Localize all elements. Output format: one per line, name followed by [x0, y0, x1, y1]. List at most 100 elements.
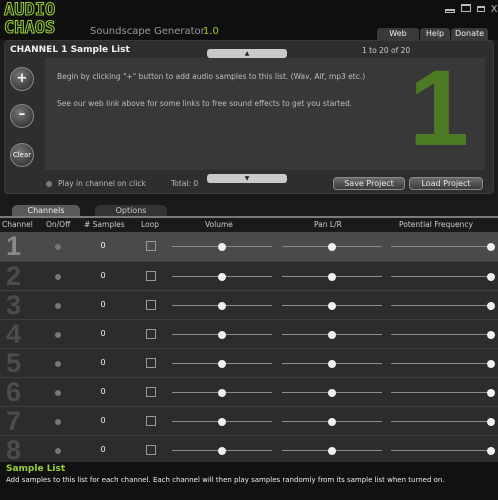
- volume-slider-handle[interactable]: [218, 360, 226, 368]
- channel-row[interactable]: 30: [0, 290, 498, 320]
- channel-onoff-toggle[interactable]: [55, 303, 61, 309]
- close-icon[interactable]: X: [487, 4, 498, 16]
- save-project-button[interactable]: Save Project: [333, 177, 405, 190]
- channel-row[interactable]: 20: [0, 261, 498, 291]
- channel-row[interactable]: 60: [0, 377, 498, 407]
- minimize-icon[interactable]: [443, 4, 457, 16]
- frequency-slider-handle[interactable]: [487, 243, 495, 251]
- col-volume: Volume: [205, 220, 233, 229]
- web-link[interactable]: Web: [377, 28, 419, 40]
- channel-row[interactable]: 70: [0, 406, 498, 436]
- loop-checkbox[interactable]: [146, 271, 156, 281]
- restore-icon[interactable]: [459, 4, 473, 16]
- app-version: 1.0: [203, 26, 219, 37]
- channel-onoff-toggle[interactable]: [55, 361, 61, 367]
- scroll-up-button[interactable]: ▲: [207, 49, 287, 58]
- sample-count: 0: [100, 445, 106, 454]
- channel-onoff-toggle[interactable]: [55, 448, 61, 454]
- loop-checkbox[interactable]: [146, 416, 156, 426]
- col-pan: Pan L/R: [314, 220, 342, 229]
- channel-number: 8: [6, 435, 22, 465]
- frequency-slider-track[interactable]: [391, 450, 491, 451]
- app-name: Soundscape Generator: [90, 26, 205, 37]
- loop-checkbox[interactable]: [146, 300, 156, 310]
- pan-slider-handle[interactable]: [328, 273, 336, 281]
- frequency-slider-handle[interactable]: [487, 447, 495, 455]
- channel-number: 3: [6, 290, 22, 320]
- loop-checkbox[interactable]: [146, 445, 156, 455]
- pan-slider-handle[interactable]: [328, 331, 336, 339]
- frequency-slider-track[interactable]: [391, 421, 491, 422]
- pan-slider-handle[interactable]: [328, 243, 336, 251]
- channel-onoff-toggle[interactable]: [55, 332, 61, 338]
- volume-slider-handle[interactable]: [218, 447, 226, 455]
- sample-count: 0: [100, 300, 106, 309]
- play-on-click-label: Play in channel on click: [58, 179, 146, 188]
- channel-onoff-toggle[interactable]: [55, 274, 61, 280]
- frequency-slider-handle[interactable]: [487, 389, 495, 397]
- pan-slider-handle[interactable]: [328, 360, 336, 368]
- donate-link[interactable]: Donate: [451, 28, 488, 40]
- loop-checkbox[interactable]: [146, 387, 156, 397]
- pan-slider-handle[interactable]: [328, 302, 336, 310]
- volume-slider-handle[interactable]: [218, 418, 226, 426]
- title-bar: AUDIO CHAOS Soundscape Generator 1.0 X W…: [0, 0, 498, 40]
- col-frequency: Potential Frequency: [399, 220, 473, 229]
- help-link[interactable]: Help: [420, 28, 450, 40]
- logo-line-2: CHAOS: [4, 18, 56, 38]
- play-on-click-toggle[interactable]: [46, 181, 52, 187]
- loop-checkbox[interactable]: [146, 329, 156, 339]
- tab-channels[interactable]: Channels: [12, 205, 80, 216]
- add-sample-button[interactable]: +: [10, 67, 34, 91]
- channel-number: 4: [6, 319, 22, 349]
- sample-list[interactable]: 1 Begin by clicking "+" button to add au…: [45, 52, 485, 170]
- loop-checkbox[interactable]: [146, 241, 156, 251]
- frequency-slider-handle[interactable]: [487, 331, 495, 339]
- volume-slider-handle[interactable]: [218, 331, 226, 339]
- col-channel: Channel: [2, 220, 33, 229]
- volume-slider-handle[interactable]: [218, 389, 226, 397]
- tab-divider: [0, 216, 498, 218]
- channel-onoff-toggle[interactable]: [55, 419, 61, 425]
- tab-options[interactable]: Options: [95, 205, 167, 216]
- frequency-slider-handle[interactable]: [487, 302, 495, 310]
- sample-count: 0: [100, 387, 106, 396]
- footer-title: Sample List: [6, 464, 66, 474]
- channel-onoff-toggle[interactable]: [55, 390, 61, 396]
- app-logo: AUDIO CHAOS: [4, 1, 88, 39]
- frequency-slider-track[interactable]: [391, 276, 491, 277]
- channel-row[interactable]: 50: [0, 348, 498, 378]
- clear-list-button[interactable]: Clear: [10, 143, 34, 167]
- frequency-slider-track[interactable]: [391, 392, 491, 393]
- scroll-down-button[interactable]: ▼: [207, 174, 287, 183]
- volume-slider-handle[interactable]: [218, 302, 226, 310]
- channel-number: 1: [6, 231, 22, 261]
- frequency-slider-track[interactable]: [391, 246, 491, 247]
- frequency-slider-handle[interactable]: [487, 418, 495, 426]
- channel-row[interactable]: 10: [0, 232, 498, 261]
- footer-text: Add samples to this list for each channe…: [6, 476, 445, 484]
- frequency-slider-handle[interactable]: [487, 360, 495, 368]
- channel-number: 5: [6, 348, 22, 378]
- channel-row[interactable]: 40: [0, 319, 498, 349]
- maximize-icon[interactable]: [474, 4, 488, 16]
- loop-checkbox[interactable]: [146, 358, 156, 368]
- volume-slider-handle[interactable]: [218, 243, 226, 251]
- pan-slider-handle[interactable]: [328, 418, 336, 426]
- pan-slider-handle[interactable]: [328, 447, 336, 455]
- logo-line-1: AUDIO: [4, 0, 56, 20]
- frequency-slider-track[interactable]: [391, 363, 491, 364]
- frequency-slider-track[interactable]: [391, 305, 491, 306]
- help-text-1: Begin by clicking "+" button to add audi…: [57, 72, 366, 81]
- volume-slider-handle[interactable]: [218, 273, 226, 281]
- remove-sample-button[interactable]: –: [10, 104, 34, 128]
- load-project-button[interactable]: Load Project: [409, 177, 483, 190]
- pan-slider-handle[interactable]: [328, 389, 336, 397]
- frequency-slider-handle[interactable]: [487, 273, 495, 281]
- channel-onoff-toggle[interactable]: [55, 244, 61, 250]
- sample-count: 0: [100, 416, 106, 425]
- channel-row[interactable]: 80: [0, 435, 498, 465]
- frequency-slider-track[interactable]: [391, 334, 491, 335]
- channel-number-watermark: 1: [408, 47, 469, 168]
- col-loop: Loop: [141, 220, 159, 229]
